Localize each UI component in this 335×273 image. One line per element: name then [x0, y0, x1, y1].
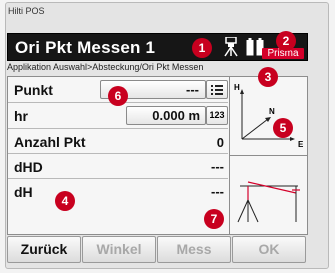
callout-badge: 3	[258, 67, 278, 87]
back-button[interactable]: Zurück	[7, 236, 81, 263]
punkt-label: Punkt	[14, 82, 53, 98]
row-dhd: dHD ---	[8, 154, 228, 179]
hr-label: hr	[14, 108, 28, 124]
callout-badge: 1	[192, 38, 212, 58]
diagram-panel: H N E	[229, 77, 308, 234]
measurement-diagram	[230, 156, 308, 234]
measure-button[interactable]: Mess	[157, 236, 231, 263]
punkt-value: ---	[186, 82, 199, 97]
softkey-bar: Zurück Winkel Mess OK	[7, 236, 306, 263]
anzahl-pkt-value: 0	[216, 135, 224, 150]
leveling-icon	[237, 181, 300, 223]
row-hr: hr 0.000 m 123	[8, 103, 228, 129]
main-panel: Punkt --- hr 0.000 m 123 Anzahl Pkt 0 dH…	[7, 76, 308, 235]
ok-button[interactable]: OK	[232, 236, 306, 263]
angle-button[interactable]: Winkel	[82, 236, 156, 263]
dhd-label: dHD	[14, 159, 43, 175]
axis-n-label: N	[269, 107, 275, 116]
tripod-icon	[224, 37, 238, 57]
dh-label: dH	[14, 184, 33, 200]
app-title: Hilti POS	[8, 6, 45, 16]
dhd-value: ---	[211, 159, 224, 174]
title-bar: Ori Pkt Messen 1 RL Prisma	[7, 33, 308, 61]
hr-field[interactable]: 0.000 m	[126, 106, 206, 125]
axis-h-label: H	[234, 83, 240, 92]
battery-icon	[246, 38, 254, 56]
callout-badge: 6	[108, 86, 128, 106]
axes-icon	[240, 89, 295, 141]
callout-badge: 7	[204, 209, 224, 229]
list-icon	[211, 85, 223, 95]
row-dh: dH ---	[8, 179, 228, 204]
keypad-123-icon[interactable]: 123	[206, 106, 228, 125]
axis-e-label: E	[298, 140, 304, 149]
orientation-diagram: H N E	[230, 77, 308, 156]
row-anzahl-pkt: Anzahl Pkt 0	[8, 129, 228, 154]
callout-badge: 4	[55, 191, 75, 211]
list-button[interactable]	[206, 80, 228, 99]
hr-value: 0.000 m	[152, 108, 200, 123]
callout-badge: 5	[273, 118, 293, 138]
dh-value: ---	[211, 184, 224, 199]
screen-title: Ori Pkt Messen 1	[15, 38, 156, 57]
anzahl-pkt-label: Anzahl Pkt	[14, 134, 86, 150]
callout-badge: 2	[276, 31, 296, 51]
